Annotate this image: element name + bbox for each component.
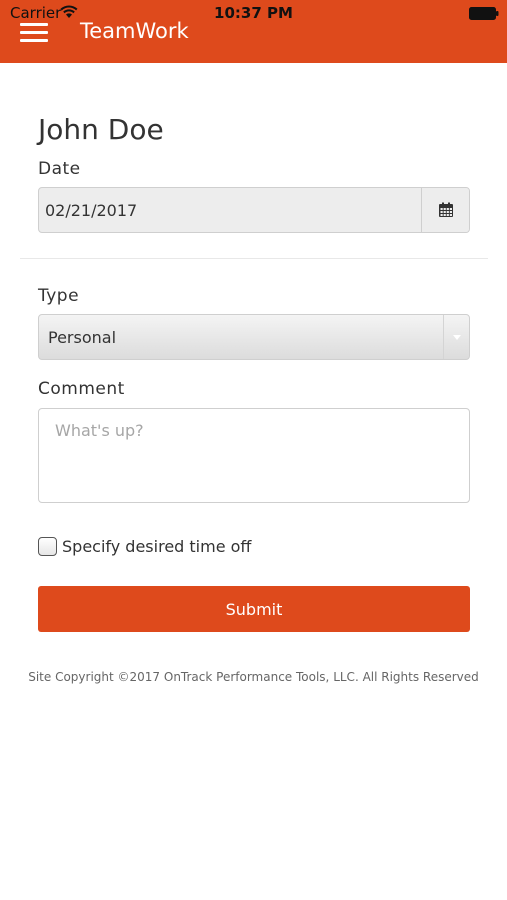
type-select[interactable]: Personal bbox=[38, 314, 470, 360]
hamburger-menu-icon[interactable] bbox=[20, 23, 48, 43]
calendar-icon bbox=[438, 202, 453, 217]
date-label: Date bbox=[38, 159, 81, 179]
type-label: Type bbox=[38, 286, 80, 306]
submit-button[interactable]: Submit bbox=[38, 586, 470, 632]
footer-copyright: Site Copyright ©2017 OnTrack Performance… bbox=[28, 670, 479, 684]
time-off-checkbox[interactable] bbox=[38, 536, 57, 556]
date-field-group bbox=[38, 187, 470, 233]
select-arrow-box bbox=[443, 315, 469, 359]
chevron-down-icon bbox=[452, 334, 461, 340]
calendar-button[interactable] bbox=[421, 188, 469, 232]
user-name-heading: John Doe bbox=[38, 113, 164, 146]
comment-label: Comment bbox=[38, 379, 125, 399]
app-header: Carrier 10:37 PM TeamWork bbox=[0, 0, 507, 63]
time-off-checkbox-label: Specify desired time off bbox=[62, 536, 252, 556]
app-title: TeamWork bbox=[80, 19, 189, 43]
section-divider bbox=[20, 258, 488, 259]
status-time: 10:37 PM bbox=[214, 4, 293, 22]
date-input[interactable] bbox=[39, 188, 421, 232]
status-bar: Carrier 10:37 PM bbox=[0, 0, 507, 26]
comment-textarea[interactable] bbox=[38, 408, 470, 503]
time-off-checkbox-row[interactable]: Specify desired time off bbox=[38, 535, 251, 557]
type-selected-value: Personal bbox=[48, 328, 117, 347]
battery-icon bbox=[469, 7, 499, 20]
